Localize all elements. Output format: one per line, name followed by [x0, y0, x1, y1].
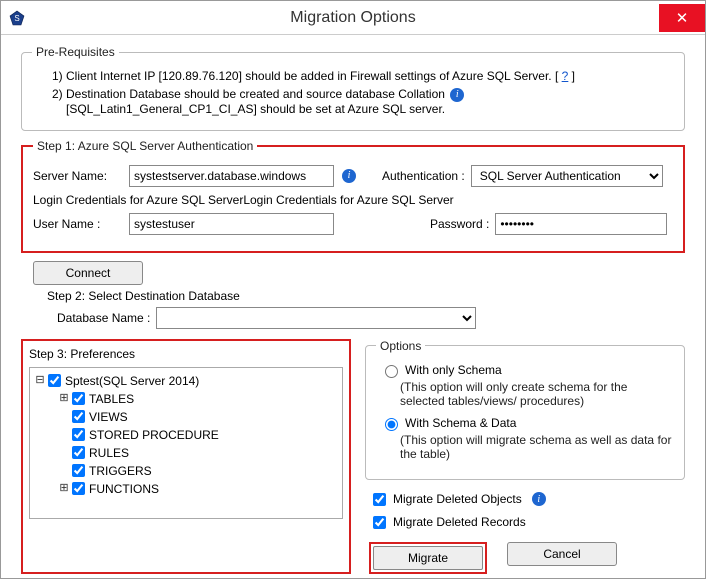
schema-only-radio[interactable]: [385, 365, 398, 378]
database-name-select[interactable]: [156, 307, 476, 329]
tree-label: TRIGGERS: [89, 464, 152, 478]
options-column: Options With only Schema (This option wi…: [365, 339, 685, 574]
tree-label: RULES: [89, 446, 129, 460]
prereq-text-2b: [SQL_Latin1_General_CP1_CI_AS] should be…: [66, 102, 445, 116]
step1-group: Step 1: Azure SQL Server Authentication …: [21, 139, 685, 253]
tree-label: STORED PROCEDURE: [89, 428, 219, 442]
info-icon[interactable]: i: [450, 88, 464, 102]
tree-node-rules[interactable]: ⊞ RULES: [32, 444, 340, 462]
tree-label: Sptest(SQL Server 2014): [65, 374, 199, 388]
tree-root[interactable]: ⊟ Sptest(SQL Server 2014): [32, 372, 340, 390]
tree-checkbox-root[interactable]: [48, 374, 61, 387]
tree-checkbox[interactable]: [72, 410, 85, 423]
app-icon: S: [9, 10, 25, 26]
options-group: Options With only Schema (This option wi…: [365, 339, 685, 480]
prereq-text-1b: ]: [568, 69, 575, 83]
tree-node-triggers[interactable]: ⊞ TRIGGERS: [32, 462, 340, 480]
expander-icon[interactable]: ⊞: [58, 483, 70, 495]
titlebar: S Migration Options ✕: [1, 1, 705, 35]
prerequisites-legend: Pre-Requisites: [32, 45, 119, 59]
tree-label: VIEWS: [89, 410, 128, 424]
migrate-deleted-records-checkbox[interactable]: [373, 516, 386, 529]
expander-icon[interactable]: ⊞: [58, 393, 70, 405]
tree-checkbox[interactable]: [72, 392, 85, 405]
expander-icon[interactable]: ⊟: [34, 375, 46, 387]
tree-node-tables[interactable]: ⊞ TABLES: [32, 390, 340, 408]
prerequisites-group: Pre-Requisites 1) Client Internet IP [12…: [21, 45, 685, 131]
schema-data-label: With Schema & Data: [405, 416, 516, 430]
tree-checkbox[interactable]: [72, 482, 85, 495]
svg-text:S: S: [14, 14, 19, 23]
password-label: Password :: [430, 217, 489, 231]
schema-data-desc: (This option will migrate schema as well…: [400, 433, 674, 461]
close-icon: ✕: [676, 9, 689, 27]
prereq-line-2: 2) Destination Database should be create…: [52, 87, 674, 116]
username-label: User Name :: [33, 217, 123, 231]
prereq-line-1: 1) Client Internet IP [120.89.76.120] sh…: [52, 69, 674, 83]
window-title: Migration Options: [290, 9, 415, 27]
migrate-button[interactable]: Migrate: [373, 546, 483, 570]
info-icon[interactable]: i: [532, 492, 546, 506]
tree-node-views[interactable]: ⊞ VIEWS: [32, 408, 340, 426]
dialog-content: Pre-Requisites 1) Client Internet IP [12…: [1, 35, 705, 586]
options-legend: Options: [376, 339, 425, 353]
schema-only-label: With only Schema: [405, 363, 502, 377]
step1-legend: Step 1: Azure SQL Server Authentication: [33, 139, 257, 153]
tree-label: FUNCTIONS: [89, 482, 159, 496]
tree-checkbox[interactable]: [72, 464, 85, 477]
migrate-deleted-objects-label: Migrate Deleted Objects: [393, 492, 522, 506]
migrate-deleted-objects-checkbox[interactable]: [373, 493, 386, 506]
tree-checkbox[interactable]: [72, 446, 85, 459]
username-input[interactable]: [129, 213, 334, 235]
database-name-label: Database Name :: [57, 311, 150, 325]
schema-data-radio[interactable]: [385, 418, 398, 431]
migrate-highlight: Migrate: [369, 542, 487, 574]
authentication-label: Authentication :: [382, 169, 465, 183]
login-credentials-text: Login Credentials for Azure SQL ServerLo…: [33, 193, 673, 207]
step2-title: Step 2: Select Destination Database: [47, 289, 685, 303]
step3-title: Step 3: Preferences: [29, 347, 343, 361]
cancel-button[interactable]: Cancel: [507, 542, 617, 566]
server-name-input[interactable]: [129, 165, 334, 187]
info-icon[interactable]: i: [342, 169, 356, 183]
prereq-text-2a: 2) Destination Database should be create…: [52, 87, 448, 101]
server-name-label: Server Name:: [33, 169, 123, 183]
step3-group: Step 3: Preferences ⊟ Sptest(SQL Server …: [21, 339, 351, 574]
migrate-deleted-records-label: Migrate Deleted Records: [393, 515, 526, 529]
password-input[interactable]: [495, 213, 667, 235]
tree-checkbox[interactable]: [72, 428, 85, 441]
tree-node-sp[interactable]: ⊞ STORED PROCEDURE: [32, 426, 340, 444]
authentication-select[interactable]: SQL Server Authentication: [471, 165, 663, 187]
tree-label: TABLES: [89, 392, 134, 406]
prereq-text-1a: 1) Client Internet IP [120.89.76.120] sh…: [52, 69, 562, 83]
tree-node-functions[interactable]: ⊞ FUNCTIONS: [32, 480, 340, 498]
connect-button[interactable]: Connect: [33, 261, 143, 285]
preferences-tree[interactable]: ⊟ Sptest(SQL Server 2014) ⊞ TABLES ⊞ VIE…: [29, 367, 343, 519]
close-button[interactable]: ✕: [659, 4, 705, 32]
schema-only-desc: (This option will only create schema for…: [400, 380, 674, 408]
